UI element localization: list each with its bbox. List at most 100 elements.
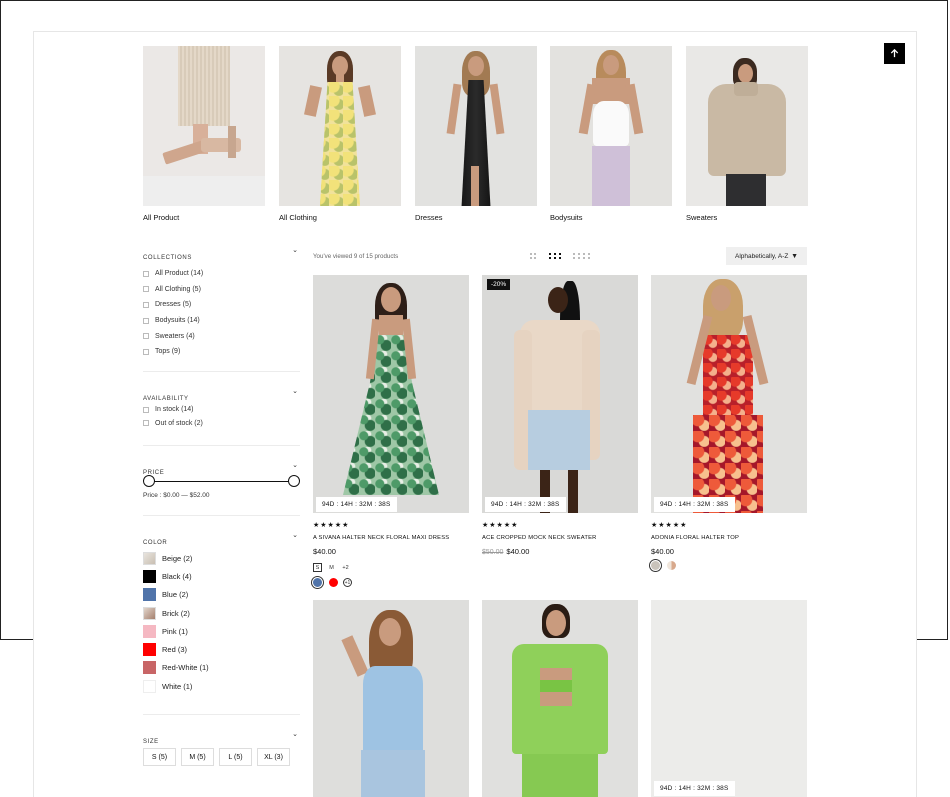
filter-option-label: Sweaters (4) bbox=[155, 332, 195, 340]
product-card[interactable] bbox=[482, 600, 638, 797]
filter-option[interactable]: In stock (14) bbox=[143, 403, 300, 417]
grid-2-columns-icon[interactable] bbox=[530, 253, 536, 259]
checkbox[interactable] bbox=[143, 406, 149, 413]
collection-tile-bodysuits[interactable]: Bodysuits bbox=[550, 46, 672, 222]
checkbox[interactable] bbox=[143, 317, 149, 324]
product-card[interactable]: -20% 94D : 14H : 32M : 38S ★★★★★ ACE CRO… bbox=[482, 275, 638, 556]
color-option-brick[interactable]: Brick (2) bbox=[143, 604, 300, 622]
size-options: S M +2 bbox=[313, 563, 469, 572]
filter-option-label: Out of stock (2) bbox=[155, 419, 203, 427]
product-image[interactable] bbox=[313, 600, 469, 797]
collection-label: All Clothing bbox=[279, 213, 317, 222]
color-more[interactable]: +1 bbox=[343, 578, 352, 587]
checkbox[interactable] bbox=[143, 270, 149, 277]
checkbox[interactable] bbox=[143, 333, 149, 340]
product-image[interactable]: 94D : 14H : 32M : 38S bbox=[651, 600, 807, 797]
product-name[interactable]: ACE CROPPED MOCK NECK SWEATER bbox=[482, 535, 638, 541]
checkbox[interactable] bbox=[143, 301, 149, 308]
color-option-white[interactable]: White (1) bbox=[143, 677, 300, 695]
size-option-s[interactable]: S (5) bbox=[143, 748, 176, 766]
color-dot[interactable] bbox=[313, 578, 322, 587]
chevron-down-icon: ⌄ bbox=[292, 388, 298, 395]
chevron-down-icon: ⌄ bbox=[292, 731, 298, 738]
product-image[interactable] bbox=[482, 600, 638, 797]
color-option-black[interactable]: Black (4) bbox=[143, 567, 300, 585]
filter-option[interactable]: Out of stock (2) bbox=[143, 417, 300, 431]
filter-option-label: All Product (14) bbox=[155, 270, 204, 278]
collection-label: Dresses bbox=[415, 213, 443, 222]
price-slider-min-handle[interactable] bbox=[143, 475, 155, 487]
grid-3-columns-icon[interactable] bbox=[549, 253, 561, 259]
divider bbox=[143, 515, 300, 516]
filter-size-title: SIZE bbox=[143, 739, 159, 745]
size-option[interactable]: M bbox=[327, 563, 336, 572]
filter-price-header[interactable]: PRICE ⌄ bbox=[143, 461, 300, 476]
color-dot[interactable] bbox=[667, 561, 676, 570]
size-option-more[interactable]: +2 bbox=[341, 563, 350, 572]
filter-collections-title: COLLECTIONS bbox=[143, 255, 192, 261]
product-name[interactable]: A SIVANA HALTER NECK FLORAL MAXI DRESS bbox=[313, 535, 469, 541]
filter-option[interactable]: Bodysuits (14) bbox=[143, 313, 300, 329]
price-slider-max-handle[interactable] bbox=[288, 475, 300, 487]
collection-tile-all-clothing[interactable]: All Clothing bbox=[279, 46, 401, 222]
product-image[interactable]: -20% 94D : 14H : 32M : 38S bbox=[482, 275, 638, 513]
filter-option[interactable]: Sweaters (4) bbox=[143, 328, 300, 344]
collection-image bbox=[415, 46, 537, 206]
filter-color-header[interactable]: COLOR ⌄ bbox=[143, 531, 300, 546]
color-option-label: Pink (1) bbox=[162, 626, 188, 636]
price-range-slider[interactable] bbox=[143, 474, 300, 490]
size-option-m[interactable]: M (5) bbox=[181, 748, 214, 766]
grid-4-columns-icon[interactable] bbox=[573, 253, 590, 259]
color-dot[interactable] bbox=[651, 561, 660, 570]
size-option-xl[interactable]: XL (3) bbox=[257, 748, 290, 766]
product-card[interactable]: 94D : 14H : 32M : 38S ★★★★★ A SIVANA HAL… bbox=[313, 275, 469, 587]
color-option-pink[interactable]: Pink (1) bbox=[143, 622, 300, 640]
filter-option[interactable]: Tops (9) bbox=[143, 344, 300, 360]
product-image[interactable]: 94D : 14H : 32M : 38S bbox=[313, 275, 469, 513]
checkbox[interactable] bbox=[143, 348, 149, 355]
color-option-label: White (1) bbox=[162, 681, 193, 691]
filter-option[interactable]: Dresses (5) bbox=[143, 297, 300, 313]
filter-availability-header[interactable]: AVAILABILITY ⌄ bbox=[143, 387, 300, 402]
color-option-blue[interactable]: Blue (2) bbox=[143, 586, 300, 604]
color-swatch bbox=[143, 643, 156, 657]
color-option-red-white[interactable]: Red-White (1) bbox=[143, 659, 300, 677]
sort-select[interactable]: Alphabetically, A-Z ▼ bbox=[726, 247, 807, 265]
collection-tile-dresses[interactable]: Dresses bbox=[415, 46, 537, 222]
arrow-up-icon bbox=[890, 48, 899, 58]
checkbox[interactable] bbox=[143, 420, 149, 427]
filter-option[interactable]: All Product (14) bbox=[143, 266, 300, 282]
filter-color-list: Beige (2) Black (4) Blue (2) Brick (2) P… bbox=[143, 549, 300, 695]
product-name[interactable]: ADONIA FLORAL HALTER TOP bbox=[651, 535, 807, 541]
product-price: $40.00 bbox=[313, 547, 336, 556]
old-price: $50.00 bbox=[482, 549, 504, 556]
product-card[interactable] bbox=[313, 600, 469, 797]
sale-price: $40.00 bbox=[506, 547, 530, 556]
countdown-timer: 94D : 14H : 32M : 38S bbox=[654, 781, 735, 796]
checkbox[interactable] bbox=[143, 286, 149, 293]
color-dot[interactable] bbox=[329, 578, 338, 587]
color-option-beige[interactable]: Beige (2) bbox=[143, 549, 300, 567]
filter-option[interactable]: All Clothing (5) bbox=[143, 282, 300, 298]
color-swatch bbox=[143, 551, 156, 565]
product-price: $50.00 $40.00 bbox=[482, 547, 638, 556]
color-option-red[interactable]: Red (3) bbox=[143, 640, 300, 658]
rating-stars: ★★★★★ bbox=[482, 522, 519, 529]
back-to-top-button[interactable] bbox=[884, 43, 905, 64]
size-option[interactable]: S bbox=[313, 563, 322, 572]
product-card[interactable]: 94D : 14H : 32M : 38S bbox=[651, 600, 807, 797]
product-card[interactable]: 94D : 14H : 32M : 38S ★★★★★ ADONIA FLORA… bbox=[651, 275, 807, 570]
filter-availability-list: In stock (14) Out of stock (2) bbox=[143, 403, 300, 430]
filter-size-header[interactable]: SIZE ⌄ bbox=[143, 730, 300, 745]
filter-availability-title: AVAILABILITY bbox=[143, 396, 189, 402]
product-image[interactable]: 94D : 14H : 32M : 38S bbox=[651, 275, 807, 513]
size-option-l[interactable]: L (5) bbox=[219, 748, 252, 766]
collection-label: All Product bbox=[143, 213, 180, 222]
color-swatch bbox=[143, 588, 156, 602]
collection-tile-all-product[interactable]: All Product bbox=[143, 46, 265, 222]
price-slider-track bbox=[149, 481, 294, 482]
collection-tile-sweaters[interactable]: Sweaters bbox=[686, 46, 808, 222]
color-option-label: Beige (2) bbox=[162, 553, 193, 563]
collection-image bbox=[686, 46, 808, 206]
filter-collections-header[interactable]: COLLECTIONS ⌄ bbox=[143, 246, 300, 261]
